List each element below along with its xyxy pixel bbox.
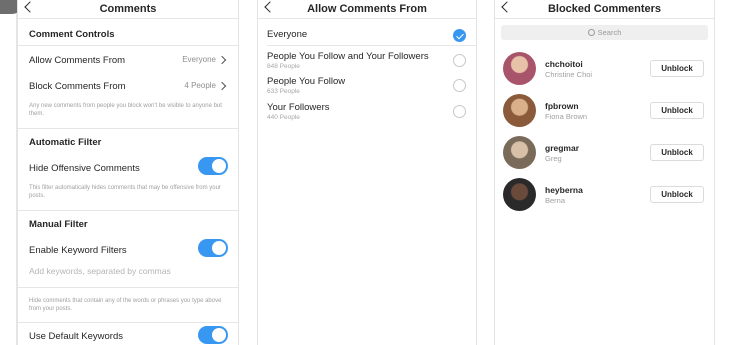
enable-keyword-label: Enable Keyword Filters: [29, 245, 127, 256]
left-edge: [0, 14, 17, 345]
search-icon: [587, 29, 595, 36]
back-icon[interactable]: [264, 1, 276, 13]
toggle-knob: [212, 328, 226, 342]
option-you-follow[interactable]: People You Follow 633 People: [267, 76, 466, 95]
avatar[interactable]: [503, 52, 536, 85]
toggle-knob: [212, 159, 226, 173]
radio-icon[interactable]: [453, 54, 466, 67]
allow-header: Allow Comments From: [258, 0, 476, 19]
option-your-followers[interactable]: Your Followers 440 People: [267, 102, 466, 121]
option-label: Everyone: [267, 29, 308, 40]
radio-icon[interactable]: [453, 105, 466, 118]
option-label: Your Followers: [267, 102, 330, 113]
keywords-input[interactable]: Add keywords, separated by commas: [29, 266, 171, 276]
username[interactable]: heyberna: [545, 185, 583, 195]
unblock-button[interactable]: Unblock: [650, 144, 704, 161]
search-input[interactable]: Search: [501, 25, 708, 40]
blocked-title: Blocked Commenters: [547, 3, 662, 15]
divider: [18, 45, 238, 46]
avatar[interactable]: [503, 136, 536, 169]
blocked-header: Blocked Commenters: [495, 0, 714, 19]
username[interactable]: gregmar: [545, 143, 579, 153]
divider: [267, 45, 476, 46]
radio-checked-icon[interactable]: [453, 29, 466, 42]
hide-offensive-toggle[interactable]: [198, 157, 228, 175]
blocked-user-row: heyberna Berna Unblock: [503, 178, 706, 214]
divider: [18, 128, 238, 129]
option-count: 848 People: [267, 63, 300, 70]
blocked-user-row: gregmar Greg Unblock: [503, 136, 706, 172]
search-placeholder: Search: [597, 28, 622, 37]
back-icon[interactable]: [24, 1, 36, 13]
full-name: Fiona Brown: [545, 112, 588, 121]
avatar[interactable]: [503, 94, 536, 127]
full-name: Berna: [545, 196, 566, 205]
radio-icon[interactable]: [453, 79, 466, 92]
username[interactable]: chchoitoi: [545, 59, 583, 69]
avatar[interactable]: [503, 178, 536, 211]
hide-offensive-help: This filter automatically hides comments…: [29, 185, 221, 199]
option-everyone[interactable]: Everyone: [267, 29, 466, 42]
block-comments-value: 4 People: [184, 81, 216, 90]
use-default-label: Use Default Keywords: [29, 331, 123, 342]
comment-controls-heading: Comment Controls: [29, 29, 115, 40]
unblock-button[interactable]: Unblock: [650, 186, 704, 203]
divider: [18, 287, 238, 288]
enable-keyword-toggle[interactable]: [198, 239, 228, 257]
blocked-commenters-panel: Blocked Commenters Search chchoitoi Chri…: [494, 0, 715, 345]
chevron-right-icon: [217, 55, 227, 65]
comments-title: Comments: [99, 3, 157, 15]
allow-comments-panel: Allow Comments From Everyone People You …: [257, 0, 477, 345]
hide-offensive-label: Hide Offensive Comments: [29, 163, 140, 174]
comments-header: Comments: [18, 0, 238, 19]
option-count: 440 People: [267, 114, 300, 121]
chevron-right-icon: [217, 81, 227, 91]
divider: [18, 210, 238, 211]
allow-title: Allow Comments From: [307, 3, 427, 15]
unblock-button[interactable]: Unblock: [650, 102, 704, 119]
blocked-user-row: fpbrown Fiona Brown Unblock: [503, 94, 706, 130]
option-count: 633 People: [267, 88, 300, 95]
keywords-help: Hide comments that contain any of the wo…: [29, 298, 222, 312]
unblock-button[interactable]: Unblock: [650, 60, 704, 77]
manual-filter-heading: Manual Filter: [29, 219, 88, 230]
use-default-toggle[interactable]: [198, 326, 228, 344]
toggle-knob: [212, 241, 226, 255]
block-comments-row[interactable]: Block Comments From 4 People: [18, 81, 238, 92]
option-follow-and-followers[interactable]: People You Follow and Your Followers 848…: [267, 51, 466, 70]
block-comments-label: Block Comments From: [29, 81, 126, 92]
username[interactable]: fpbrown: [545, 101, 579, 111]
allow-comments-value: Everyone: [182, 55, 216, 64]
allow-comments-row[interactable]: Allow Comments From Everyone: [18, 55, 238, 66]
back-icon[interactable]: [501, 1, 513, 13]
full-name: Christine Choi: [545, 70, 593, 79]
blocked-user-row: chchoitoi Christine Choi Unblock: [503, 52, 706, 88]
automatic-filter-heading: Automatic Filter: [29, 137, 102, 148]
comments-panel: Comments Comment Controls Allow Comments…: [17, 0, 239, 345]
allow-comments-label: Allow Comments From: [29, 55, 126, 66]
option-label: People You Follow and Your Followers: [267, 51, 429, 62]
block-help-text: Any new comments from people you block w…: [29, 103, 222, 117]
divider: [18, 322, 238, 323]
full-name: Greg: [545, 154, 562, 163]
option-label: People You Follow: [267, 76, 346, 87]
